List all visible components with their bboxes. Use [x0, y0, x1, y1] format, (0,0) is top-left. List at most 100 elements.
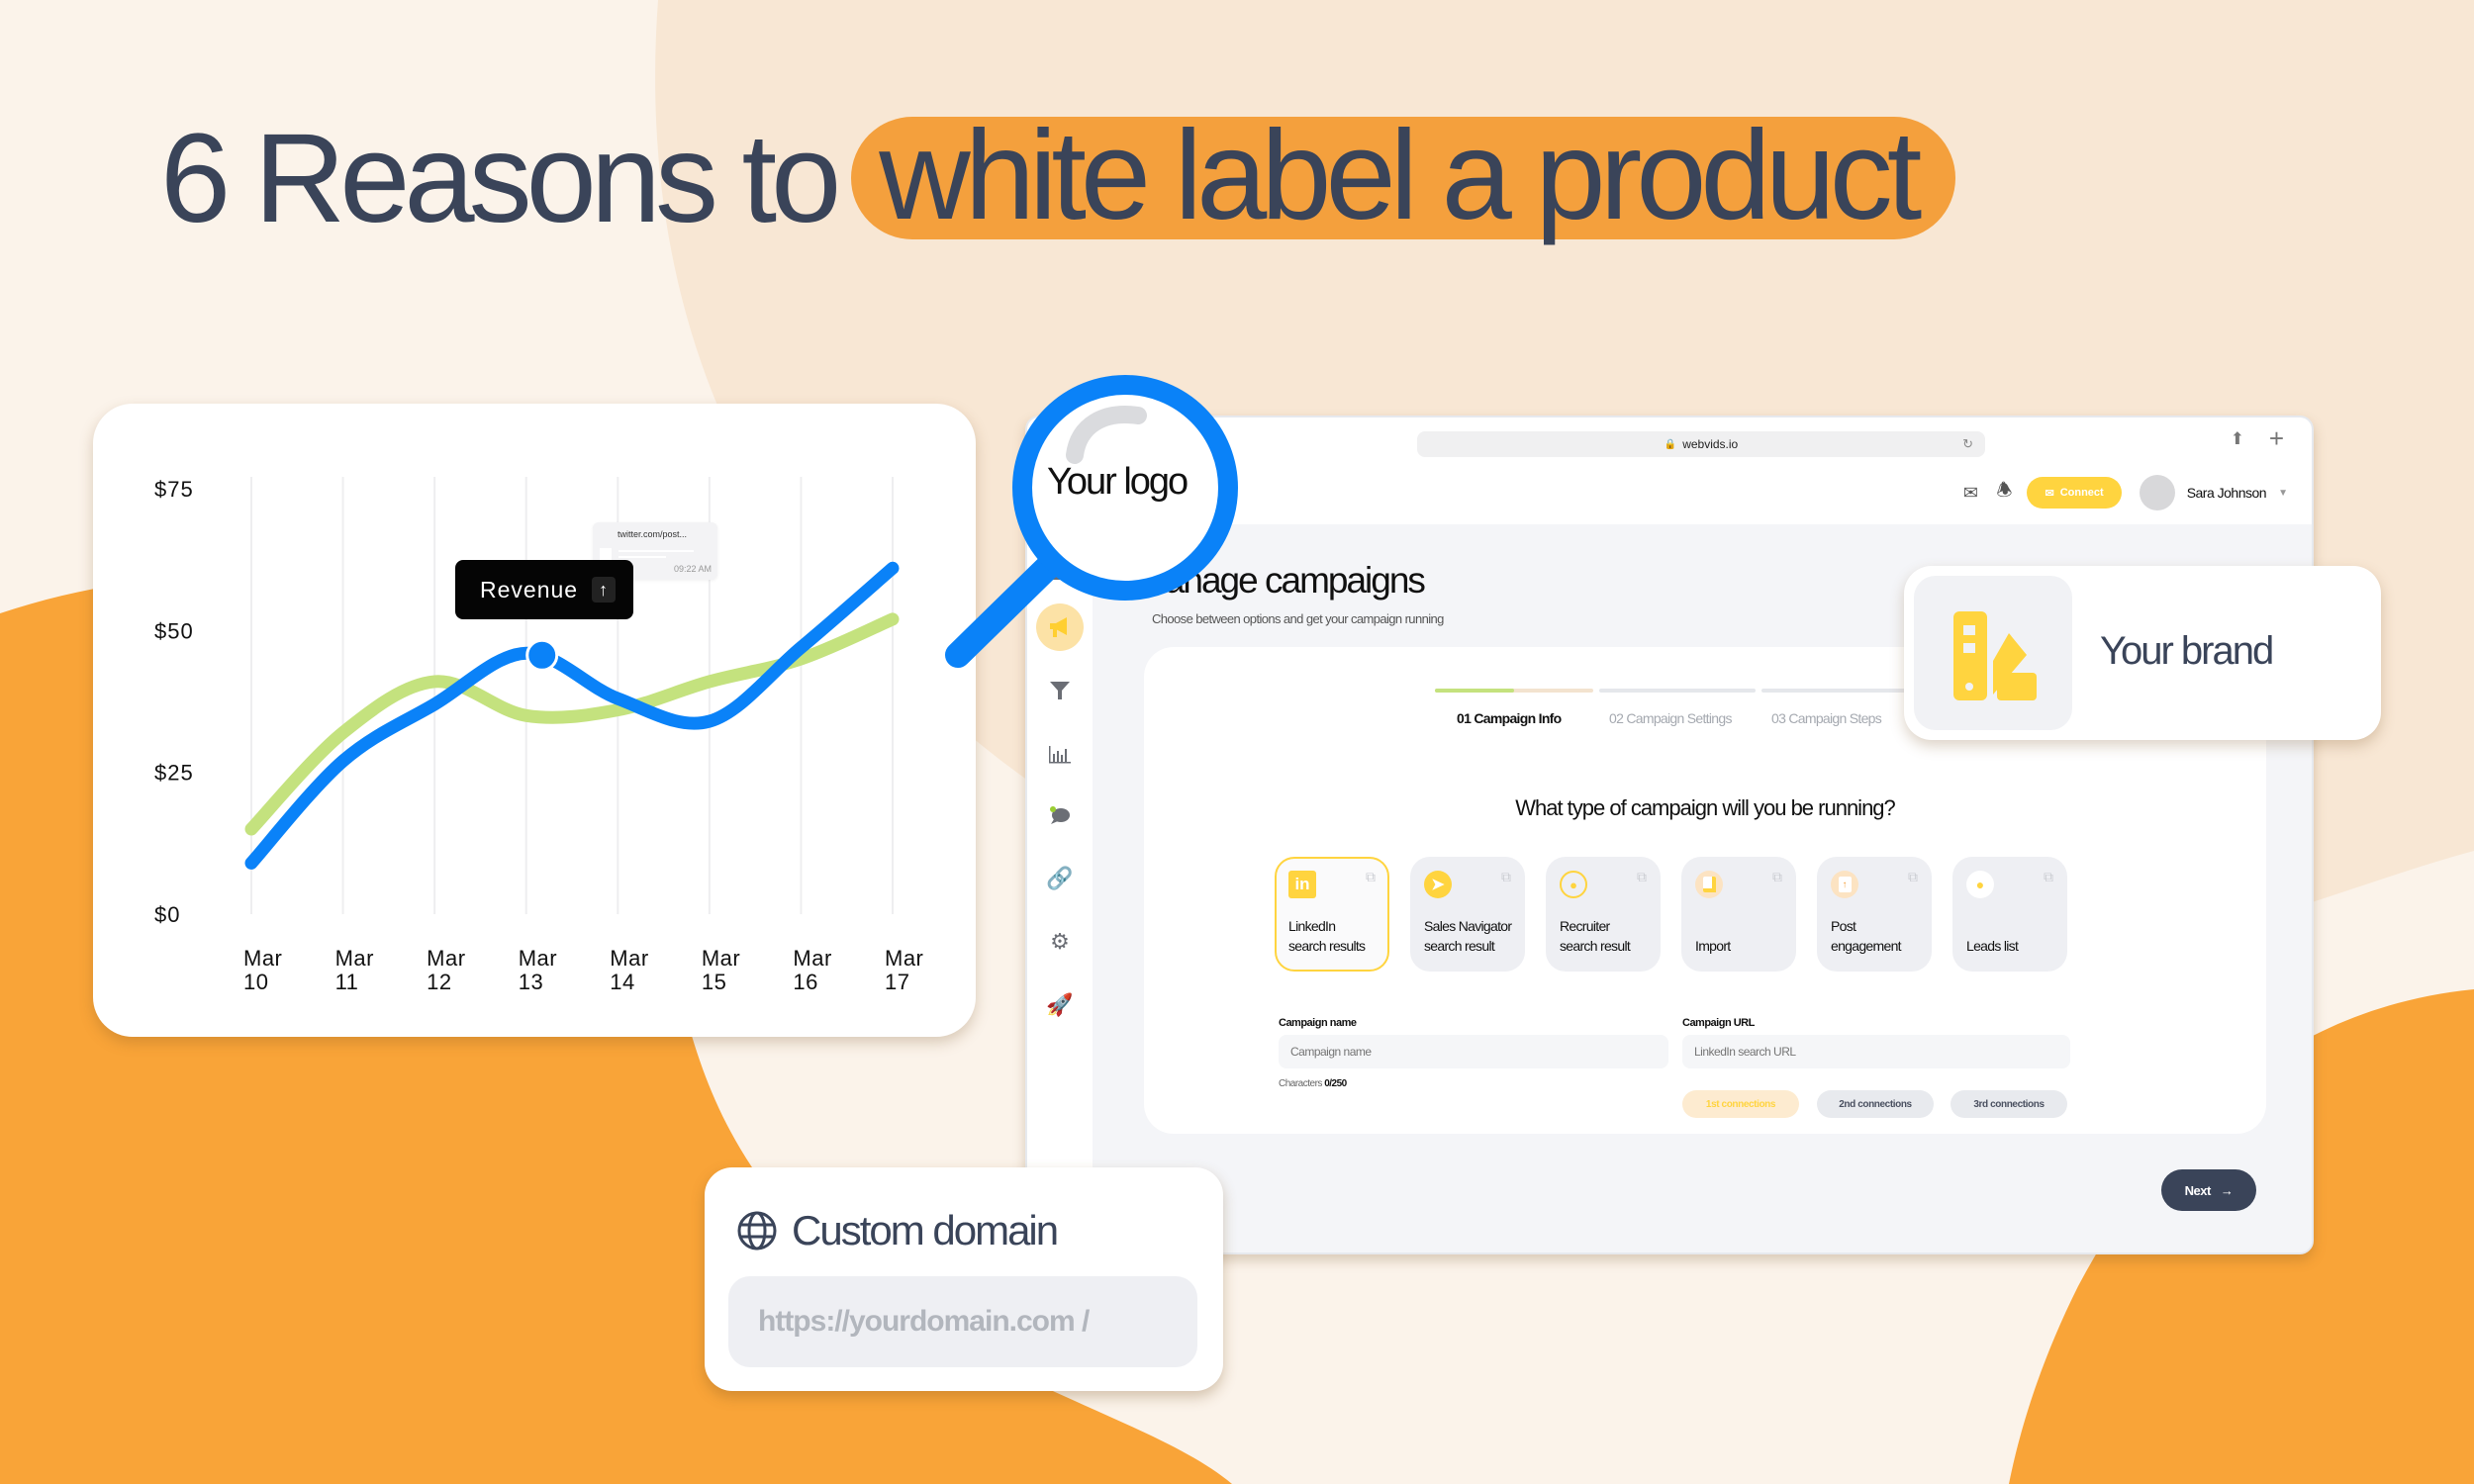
campaign-type-list: in ⧉ LinkedIn search results ➤ ⧉ Sales Na… [1275, 857, 2067, 972]
connect-label: Connect [2059, 487, 2104, 499]
connection-filter-1st[interactable]: 1st connections [1682, 1090, 1799, 1118]
address-bar[interactable]: 🔒 webvids.io ↻ [1417, 431, 1985, 457]
x-tick-label: Mar [793, 946, 831, 971]
sidebar: 🔗 ⚙ 🚀 [1027, 524, 1093, 1252]
sidebar-item-launch[interactable]: 🚀 [1036, 981, 1084, 1029]
x-tick-label: Mar [243, 946, 282, 971]
tab-campaign-info[interactable]: 01 Campaign Info [1457, 710, 1562, 726]
chat-icon [1050, 806, 1070, 824]
mail-icon[interactable]: ✉ [1959, 483, 1981, 504]
revenue-chart: $75$50$25$0Mar10Mar11Mar12Mar13Mar14Mar1… [154, 477, 923, 994]
chevron-down-icon[interactable]: ▼ [2278, 488, 2288, 499]
x-tick-label: Mar [427, 946, 465, 971]
x-tick-label: Mar [335, 946, 374, 971]
lock-icon: 🔒 [1664, 438, 1677, 450]
x-tick-label: Mar [519, 946, 557, 971]
campaign-type-label: Leads list [1966, 938, 2019, 954]
next-button[interactable]: Next → [2161, 1169, 2256, 1211]
post-text-line [618, 550, 694, 552]
y-tick-label: $25 [154, 761, 194, 786]
campaign-type-label: Sales Navigator search result [1424, 918, 1512, 954]
headline: 6 Reasons to white label a product [160, 99, 1956, 257]
share-icon[interactable]: ⬆ [2231, 429, 2244, 449]
app-topbar: ✉ 🕭 ✉ Connect Sara Johnson ▼ [1027, 469, 2312, 524]
x-tick-label: 12 [427, 970, 451, 994]
external-link-icon[interactable]: ⧉ [1908, 869, 1918, 885]
x-tick-label: 14 [610, 970, 634, 994]
color-swatch-icon [1953, 611, 2037, 700]
revenue-chart-card: $75 $50 $25 $0 Mar 10 Mar 11 Mar 12 Mar 13 Mar 14 Mar 1… [93, 404, 976, 1037]
connect-button[interactable]: ✉ Connect [2027, 477, 2122, 509]
logo-placeholder-label: Your logo [1047, 461, 1189, 503]
campaign-type-import[interactable]: ⧉ Import [1681, 857, 1796, 972]
x-tick-label: 10 [243, 970, 268, 994]
sidebar-item-links[interactable]: 🔗 [1036, 855, 1084, 902]
sidebar-item-messages[interactable] [1036, 791, 1084, 839]
campaign-type-leads-list[interactable]: ● ⧉ Leads list [1952, 857, 2067, 972]
post-time: 09:22 AM [673, 564, 712, 574]
x-tick-label: 13 [519, 970, 543, 994]
x-tick-label: Mar [610, 946, 648, 971]
x-tick-label: Mar [885, 946, 923, 971]
campaign-type-label: LinkedIn search results [1288, 918, 1366, 954]
campaign-type-sales-navigator[interactable]: ➤ ⧉ Sales Navigator search result [1410, 857, 1525, 972]
arrow-right-icon: → [2220, 1182, 2234, 1198]
post-text-line [618, 556, 666, 558]
custom-domain-title: Custom domain [792, 1207, 1059, 1253]
sidebar-item-analytics[interactable] [1036, 730, 1084, 778]
sidebar-item-filter[interactable] [1036, 667, 1084, 714]
revenue-tooltip: Revenue ↑ [455, 560, 633, 619]
domain-input[interactable]: https://yourdomain.com / [728, 1276, 1197, 1367]
mail-icon: ✉ [2045, 487, 2054, 500]
revenue-tooltip-label: Revenue [480, 576, 579, 603]
y-tick-label: $0 [154, 902, 180, 927]
custom-domain-card: Custom domain https://yourdomain.com / [705, 1167, 1223, 1391]
y-tick-label: $75 [154, 477, 194, 502]
sidebar-item-settings[interactable]: ⚙ [1036, 918, 1084, 966]
step-3-bar [1761, 689, 1920, 693]
post-thumbnail [600, 548, 612, 560]
campaign-url-label: Campaign URL [1682, 1017, 1755, 1029]
campaign-type-linkedin[interactable]: in ⧉ LinkedIn search results [1275, 857, 1389, 972]
tab-campaign-settings[interactable]: 02 Campaign Settings [1609, 710, 1732, 726]
campaign-type-post-engagement[interactable]: ↑ ⧉ Post engagement [1817, 857, 1932, 972]
filter-icon [1050, 682, 1070, 699]
sidebar-item-campaigns[interactable] [1036, 603, 1084, 651]
external-link-icon[interactable]: ⧉ [1772, 869, 1782, 885]
brand-card: Your brand [1904, 566, 2381, 740]
campaign-type-recruiter[interactable]: ● ⧉ Recruiter search result [1546, 857, 1661, 972]
headline-prefix: 6 Reasons to [160, 107, 841, 249]
arrow-up-icon: ↑ [592, 577, 617, 603]
external-link-icon[interactable]: ⧉ [1366, 869, 1376, 885]
globe-icon [737, 1211, 777, 1251]
x-tick-label: 16 [793, 970, 817, 994]
page-title: Manage campaigns [1136, 560, 1426, 601]
connection-filter-3rd[interactable]: 3rd connections [1951, 1090, 2067, 1118]
avatar[interactable] [2139, 475, 2175, 510]
step-1-progress [1435, 689, 1514, 693]
browser-window: 🔒 webvids.io ↻ ⬆ + ✉ 🕭 ✉ Connect Sara Jo… [1025, 416, 2314, 1254]
bell-icon[interactable]: 🕭 [1993, 478, 2015, 508]
external-link-icon[interactable]: ⧉ [1501, 869, 1511, 885]
new-tab-icon[interactable]: + [2269, 423, 2284, 454]
tab-campaign-steps[interactable]: 03 Campaign Steps [1771, 710, 1882, 726]
external-link-icon[interactable]: ⧉ [1637, 869, 1647, 885]
user-icon [1051, 560, 1069, 580]
user-name[interactable]: Sara Johnson [2187, 485, 2267, 501]
campaign-type-label: Import [1695, 938, 1731, 954]
post-url: twitter.com/post... [618, 529, 688, 539]
leads-icon: ● [1966, 871, 1994, 898]
connection-filter-2nd[interactable]: 2nd connections [1817, 1090, 1934, 1118]
campaign-type-question: What type of campaign will you be runnin… [1515, 795, 1896, 820]
campaign-name-input[interactable] [1279, 1035, 1668, 1068]
x-tick-label: 15 [702, 970, 726, 994]
brand-label: Your brand [2100, 629, 2274, 673]
link-icon: 🔗 [1046, 866, 1074, 890]
page-subtitle: Choose between options and get your camp… [1152, 611, 1444, 626]
campaign-url-input[interactable] [1682, 1035, 2070, 1068]
external-link-icon[interactable]: ⧉ [2044, 869, 2053, 885]
step-1-bar [1435, 689, 1593, 693]
x-tick-label: 11 [335, 970, 359, 994]
sidebar-item-profile[interactable] [1036, 546, 1084, 594]
reload-icon[interactable]: ↻ [1962, 436, 1973, 452]
